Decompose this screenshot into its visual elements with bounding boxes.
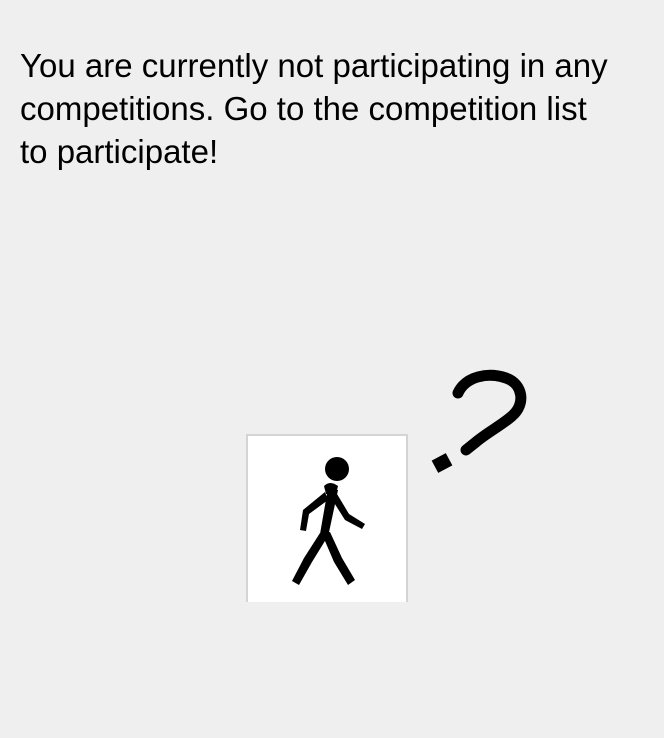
walking-person-icon: [292, 457, 365, 585]
question-mark-icon: [431, 369, 527, 473]
empty-state-message: You are currently not participating in a…: [20, 47, 608, 170]
walking-person-tile: [246, 434, 408, 602]
